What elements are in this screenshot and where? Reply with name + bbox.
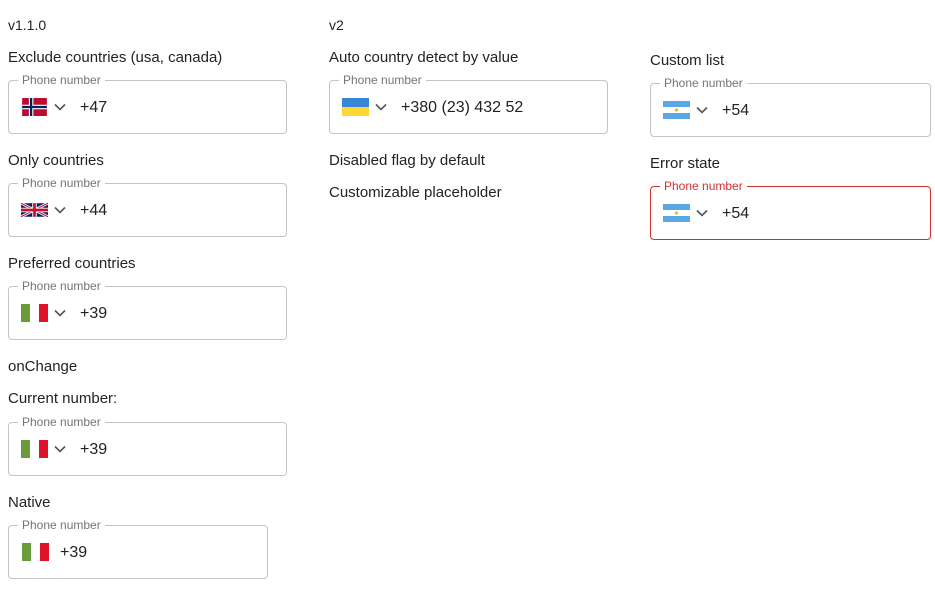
exclude-countries-label: Exclude countries (usa, canada) xyxy=(8,49,223,66)
chevron-down-icon xyxy=(53,306,67,320)
disabled-flag-label: Disabled flag by default xyxy=(329,152,485,169)
custom-list-label: Custom list xyxy=(650,52,725,69)
phone-number-legend: Phone number xyxy=(660,179,747,193)
native-phone-field[interactable]: Phone number +39 xyxy=(8,518,268,579)
only-countries-label: Only countries xyxy=(8,152,104,169)
country-select-button[interactable] xyxy=(21,199,67,221)
uk-flag-icon xyxy=(21,201,48,219)
only-countries-phone-field[interactable]: Phone number +44 xyxy=(8,176,287,237)
phone-input-value[interactable]: +39 xyxy=(80,304,107,324)
phone-number-legend: Phone number xyxy=(660,76,747,90)
version-title-v1: v1.1.0 xyxy=(8,17,47,33)
argentina-flag-icon xyxy=(663,204,690,222)
country-select-button[interactable] xyxy=(663,202,709,224)
phone-number-legend: Phone number xyxy=(18,415,105,429)
phone-input-value[interactable]: +44 xyxy=(80,201,107,221)
chevron-down-icon xyxy=(53,442,67,456)
phone-number-legend: Phone number xyxy=(18,279,105,293)
chevron-down-icon xyxy=(53,100,67,114)
italy-flag-icon xyxy=(21,440,48,458)
preferred-countries-label: Preferred countries xyxy=(8,255,136,272)
chevron-down-icon xyxy=(53,203,67,217)
phone-input-value[interactable]: +39 xyxy=(80,440,107,460)
chevron-down-icon xyxy=(695,103,709,117)
phone-input-value[interactable]: +47 xyxy=(80,98,107,118)
phone-input-value[interactable]: +54 xyxy=(722,204,749,224)
country-select-button[interactable] xyxy=(21,302,67,324)
chevron-down-icon xyxy=(374,100,388,114)
onchange-phone-field[interactable]: Phone number +39 xyxy=(8,415,287,476)
auto-detect-phone-field[interactable]: Phone number +380 (23) 432 52 xyxy=(329,73,608,134)
exclude-countries-phone-field[interactable]: Phone number +47 xyxy=(8,73,287,134)
native-label: Native xyxy=(8,494,51,511)
phone-number-legend: Phone number xyxy=(18,518,105,532)
phone-number-legend: Phone number xyxy=(339,73,426,87)
error-state-label: Error state xyxy=(650,155,721,172)
norway-flag-icon xyxy=(21,98,48,116)
chevron-down-icon xyxy=(695,206,709,220)
current-number-label: Current number: xyxy=(8,390,118,407)
custom-placeholder-label: Customizable placeholder xyxy=(329,184,502,201)
error-state-phone-field[interactable]: Phone number +54 xyxy=(650,179,931,240)
country-select-button[interactable] xyxy=(663,99,709,121)
country-flag xyxy=(22,541,49,563)
phone-number-legend: Phone number xyxy=(18,73,105,87)
phone-input-value[interactable]: +54 xyxy=(722,101,749,121)
ukraine-flag-icon xyxy=(342,98,369,116)
phone-number-legend: Phone number xyxy=(18,176,105,190)
phone-input-value[interactable]: +380 (23) 432 52 xyxy=(401,98,523,118)
phone-input-value[interactable]: +39 xyxy=(60,543,87,563)
italy-flag-icon xyxy=(21,304,48,322)
italy-flag-icon xyxy=(22,543,49,561)
argentina-flag-icon xyxy=(663,101,690,119)
country-select-button[interactable] xyxy=(21,438,67,460)
onchange-label: onChange xyxy=(8,358,78,375)
auto-detect-label: Auto country detect by value xyxy=(329,49,519,66)
preferred-countries-phone-field[interactable]: Phone number +39 xyxy=(8,279,287,340)
country-select-button[interactable] xyxy=(21,96,67,118)
country-select-button[interactable] xyxy=(342,96,388,118)
custom-list-phone-field[interactable]: Phone number +54 xyxy=(650,76,931,137)
version-title-v2: v2 xyxy=(329,17,344,33)
